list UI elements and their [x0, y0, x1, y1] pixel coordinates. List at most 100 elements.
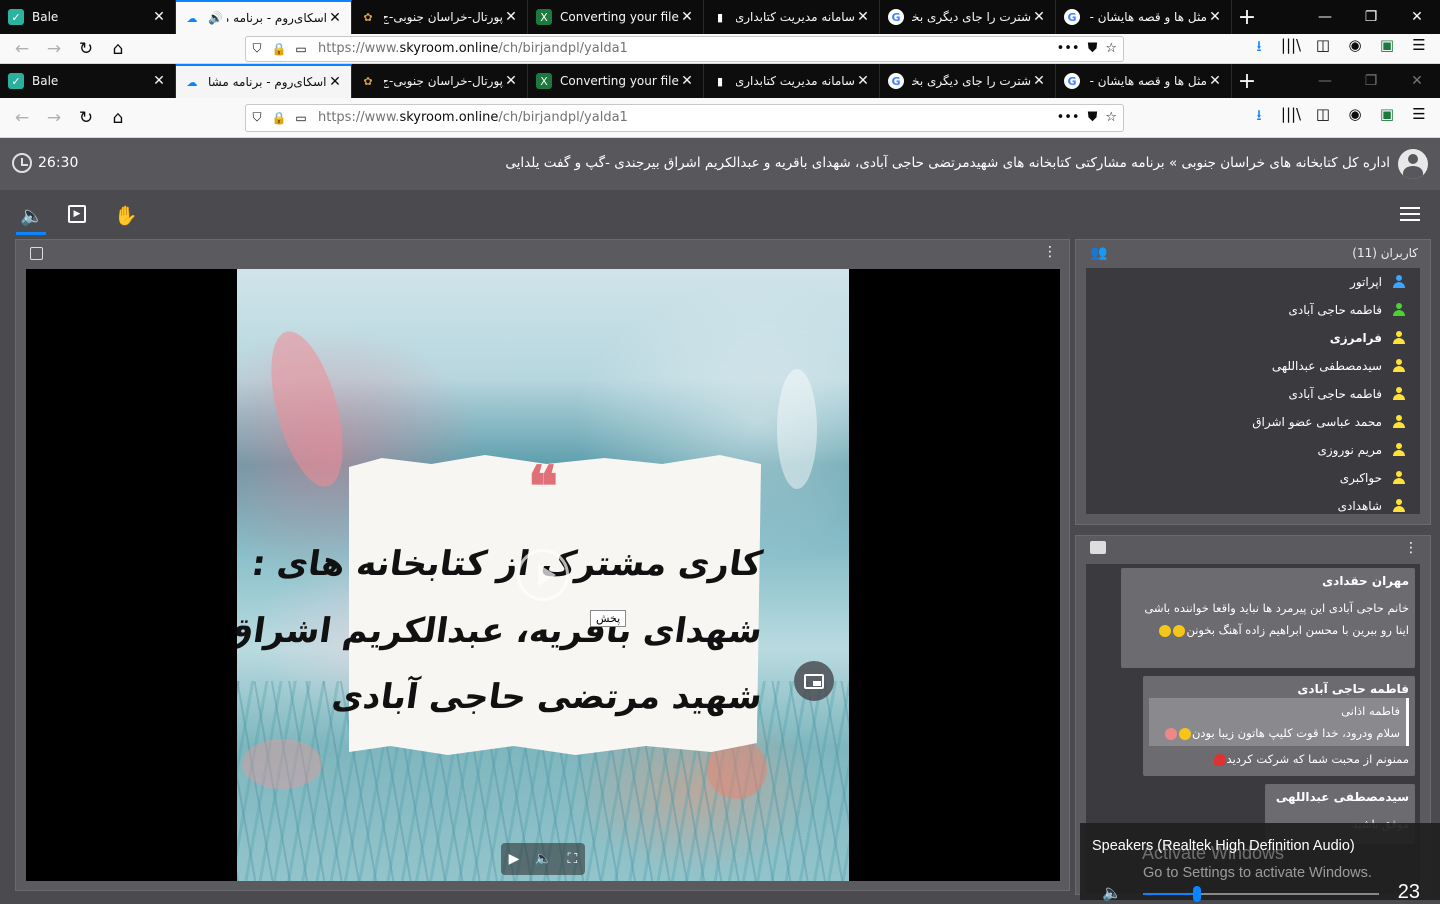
close-icon[interactable]: ✕ [1207, 73, 1223, 89]
sidebar-icon[interactable]: ◫ [1310, 36, 1336, 61]
tab-converting[interactable]: X Converting your file ✕ [528, 64, 704, 98]
close-window-button[interactable]: ✕ [1394, 0, 1440, 34]
user-list-item[interactable]: فرامرزی [1086, 324, 1420, 352]
user-list-item[interactable]: شاهدادی [1086, 492, 1420, 514]
tab-google-1[interactable]: G شترت را جای دیگری بخو ✕ [880, 0, 1056, 34]
close-icon[interactable]: ✕ [503, 73, 519, 89]
minimize-button[interactable]: — [1302, 0, 1348, 34]
close-icon[interactable]: ✕ [151, 73, 167, 89]
tab-bale[interactable]: ✓ Bale ✕ [0, 0, 176, 34]
volume-icon[interactable]: 🔈 [535, 851, 552, 867]
close-icon[interactable]: ✕ [1031, 9, 1047, 25]
library-icon[interactable]: |||\ [1278, 105, 1304, 130]
tab-google-1[interactable]: G شترت را جای دیگری بخو ✕ [880, 64, 1056, 98]
raise-hand-icon[interactable]: ✋ [114, 204, 138, 227]
media-player-icon[interactable]: ▶ [68, 205, 86, 223]
user-list-item[interactable]: مریم نوروزی [1086, 436, 1420, 464]
url-text[interactable]: https://www.skyroom.online/ch/birjandpl/… [318, 110, 1057, 125]
menu-icon[interactable] [1400, 207, 1420, 225]
play-icon[interactable]: ▶ [509, 851, 520, 867]
library-icon[interactable]: |||\ [1278, 36, 1304, 61]
back-button[interactable]: ← [6, 108, 38, 128]
page-actions-icon[interactable]: ••• [1057, 41, 1080, 56]
tab-bale[interactable]: ✓ Bale ✕ [0, 64, 176, 98]
close-icon[interactable]: ✕ [503, 9, 519, 25]
tab-skyroom[interactable]: ☁ اسکای‌روم - برنامه مشا ✕ [176, 64, 352, 98]
user-list-item[interactable]: فاطمه حاجی آبادی [1086, 380, 1420, 408]
sidebar-icon[interactable]: ◫ [1310, 105, 1336, 130]
account-icon[interactable]: ◉ [1342, 105, 1368, 130]
volume-slider[interactable] [1143, 886, 1379, 902]
restore-button[interactable]: ❐ [1348, 64, 1394, 98]
close-window-button[interactable]: ✕ [1394, 64, 1440, 98]
reload-button[interactable]: ↻ [70, 108, 102, 128]
lock-icon[interactable]: 🔒 [268, 111, 290, 125]
shield-icon[interactable]: ⛉ [246, 110, 268, 125]
url-text[interactable]: https://www.skyroom.online/ch/birjandpl/… [318, 41, 1057, 56]
more-options-icon[interactable]: ⋮ [1043, 244, 1057, 260]
back-button[interactable]: ← [6, 39, 38, 59]
close-icon[interactable]: ✕ [679, 73, 695, 89]
fullscreen-icon[interactable]: ⛶ [568, 851, 578, 867]
bookmark-star-icon[interactable]: ☆ [1105, 41, 1117, 56]
extension-icon[interactable]: ▣ [1374, 105, 1400, 130]
close-icon[interactable]: ✕ [1207, 9, 1223, 25]
bookmark-star-icon[interactable]: ☆ [1105, 110, 1117, 125]
picture-in-picture-icon[interactable] [30, 247, 43, 260]
url-bar[interactable]: ⛉ 🔒 ▭ https://www.skyroom.online/ch/birj… [245, 103, 1124, 132]
user-icon [1392, 359, 1406, 373]
tab-google-2[interactable]: Gمثل ها و قصه هایشان - ب✕ [1056, 64, 1232, 98]
url-bar[interactable]: ⛉ 🔒 ▭ https://www.skyroom.online/ch/birj… [245, 35, 1124, 62]
close-icon[interactable]: ✕ [327, 10, 343, 26]
account-icon[interactable]: ◉ [1342, 36, 1368, 61]
tab-library[interactable]: ▮ سامانه مدیریت کتابداری ✕ [704, 0, 880, 34]
forward-button[interactable]: → [38, 108, 70, 128]
download-icon[interactable]: ⭳ [1246, 105, 1272, 130]
play-overlay-icon[interactable] [517, 549, 569, 601]
audio-device-name[interactable]: Speakers (Realtek High Definition Audio) [1092, 838, 1355, 854]
close-icon[interactable]: ✕ [679, 9, 695, 25]
home-button[interactable]: ⌂ [102, 39, 134, 59]
picture-in-picture-button[interactable] [794, 661, 834, 701]
extension-icon[interactable]: ▣ [1374, 36, 1400, 61]
user-list-item[interactable]: محمد عباسی عضو اشراق [1086, 408, 1420, 436]
restore-button[interactable]: ❐ [1348, 0, 1394, 34]
close-icon[interactable]: ✕ [855, 9, 871, 25]
tab-portal[interactable]: ✿ پورتال-خراسان جنوبی-ج ✕ [352, 64, 528, 98]
page-actions-icon[interactable]: ••• [1057, 110, 1080, 125]
video-player[interactable]: ❝ کاری مشترک از کتابخانه های : شهدای باق… [26, 269, 1060, 881]
tab-library[interactable]: ▮ سامانه مدیریت کتابداری ✕ [704, 64, 880, 98]
speaker-icon[interactable]: 🔊 [208, 11, 223, 25]
lock-icon[interactable]: 🔒 [268, 42, 290, 56]
menu-icon[interactable]: ☰ [1406, 105, 1432, 130]
home-button[interactable]: ⌂ [102, 108, 134, 128]
user-list-item[interactable]: فاطمه حاجی آبادی [1086, 296, 1420, 324]
menu-icon[interactable]: ☰ [1406, 36, 1432, 61]
tab-skyroom[interactable]: ☁🔊اسکای‌روم - برنامه مشا✕ [176, 0, 352, 34]
download-icon[interactable]: ⭳ [1246, 36, 1272, 61]
user-list-item[interactable]: اپراتور [1086, 268, 1420, 296]
tab-portal[interactable]: ✿ پورتال-خراسان جنوبی-ج ✕ [352, 0, 528, 34]
user-list-item[interactable]: سیدمصطفی عبداللهی [1086, 352, 1420, 380]
tab-google-2[interactable]: Gمثل ها و قصه هایشان - ب✕ [1056, 0, 1232, 34]
speaker-icon[interactable]: 🔈 [1102, 883, 1122, 902]
pocket-icon[interactable]: ⛊ [1088, 110, 1098, 125]
close-icon[interactable]: ✕ [327, 74, 343, 90]
close-icon[interactable]: ✕ [151, 9, 167, 25]
speaker-icon[interactable]: 🔈 [20, 204, 44, 227]
permissions-icon[interactable]: ▭ [290, 111, 312, 125]
forward-button[interactable]: → [38, 39, 70, 59]
user-avatar-icon[interactable] [1398, 149, 1428, 179]
close-icon[interactable]: ✕ [1031, 73, 1047, 89]
new-tab-button[interactable]: + [1232, 64, 1262, 98]
minimize-button[interactable]: — [1302, 64, 1348, 98]
permissions-icon[interactable]: ▭ [290, 42, 312, 56]
user-list-item[interactable]: حواکبری [1086, 464, 1420, 492]
tab-converting[interactable]: X Converting your file ✕ [528, 0, 704, 34]
new-tab-button[interactable]: + [1232, 0, 1262, 34]
shield-icon[interactable]: ⛉ [246, 41, 268, 56]
reload-button[interactable]: ↻ [70, 39, 102, 59]
close-icon[interactable]: ✕ [855, 73, 871, 89]
pocket-icon[interactable]: ⛊ [1088, 41, 1098, 56]
more-options-icon[interactable]: ⋮ [1404, 540, 1418, 556]
